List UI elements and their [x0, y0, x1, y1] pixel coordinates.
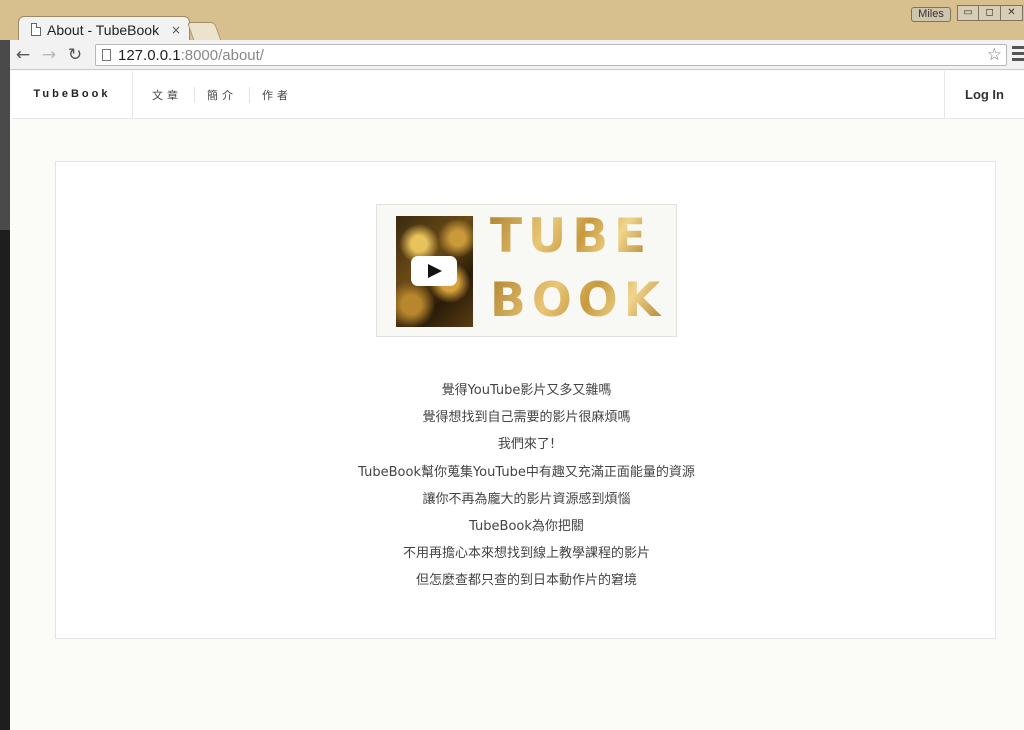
document-icon — [31, 23, 41, 36]
play-icon — [411, 256, 457, 286]
minimize-icon[interactable]: ▭ — [957, 5, 979, 21]
about-line: 覺得YouTube影片又多又雜嗎 — [441, 383, 612, 398]
address-bar[interactable]: 127.0.0.1:8000/about/ ☆ — [95, 44, 1007, 66]
tab-title: About - TubeBook — [47, 21, 160, 38]
about-line: 但怎麼查都只查的到日本動作片的窘境 — [415, 573, 637, 589]
about-line: 讓你不再為龐大的影片資源感到煩惱 — [422, 491, 631, 507]
hamburger-menu-icon[interactable] — [1012, 46, 1024, 62]
browser-toolbar: ← → ↻ 127.0.0.1:8000/about/ ☆ — [10, 40, 1024, 70]
page-icon — [102, 49, 111, 61]
about-card: TUBE BOOK 覺得YouTube影片又多又雜嗎 覺得想找到自己需要的影片很… — [55, 161, 996, 639]
about-line: 不用再擔心本來想找到線上教學課程的影片 — [402, 546, 650, 562]
about-line: TubeBook幫你蒐集YouTube中有趣又充滿正面能量的資源 — [358, 464, 695, 480]
tab-close-icon[interactable]: × — [171, 23, 181, 37]
logo-image — [396, 216, 473, 327]
back-arrow-icon[interactable]: ← — [10, 42, 36, 68]
menu-item-about[interactable]: 簡介 — [194, 86, 249, 103]
menu-item-articles[interactable]: 文章 — [140, 87, 194, 103]
about-line: 覺得想找到自己需要的影片很麻煩嗎 — [422, 410, 631, 426]
site-navbar: TubeBook 文章 簡介 作者 Log In — [12, 71, 1024, 119]
browser-tab-about[interactable]: About - TubeBook × — [18, 16, 190, 42]
site-menu: 文章 簡介 作者 — [140, 71, 304, 118]
logo-text-line2: BOOK — [490, 273, 667, 328]
menu-item-authors[interactable]: 作者 — [249, 86, 304, 103]
maximize-icon[interactable]: ◻ — [979, 5, 1001, 21]
url-host: 127.0.0.1 — [118, 46, 181, 64]
about-line: 我們來了! — [497, 437, 556, 453]
about-line: TubeBook為你把關 — [469, 518, 584, 534]
close-window-icon[interactable]: ✕ — [1001, 5, 1023, 21]
url-path: :8000/about/ — [180, 46, 264, 64]
about-text: 覺得YouTube影片又多又雜嗎 覺得想找到自己需要的影片很麻煩嗎 我們來了! … — [56, 382, 997, 600]
site-brand[interactable]: TubeBook — [12, 71, 133, 118]
star-icon[interactable]: ☆ — [987, 45, 1002, 65]
profile-badge[interactable]: Miles — [911, 7, 951, 22]
logo-text-line1: TUBE — [490, 209, 653, 264]
login-link[interactable]: Log In — [944, 71, 1024, 118]
window-left-edge-upper — [0, 40, 10, 230]
tubebook-logo: TUBE BOOK — [376, 204, 677, 337]
forward-arrow-icon[interactable]: → — [36, 42, 62, 68]
reload-icon[interactable]: ↻ — [62, 42, 88, 68]
window-controls: ▭ ◻ ✕ — [957, 5, 1023, 21]
